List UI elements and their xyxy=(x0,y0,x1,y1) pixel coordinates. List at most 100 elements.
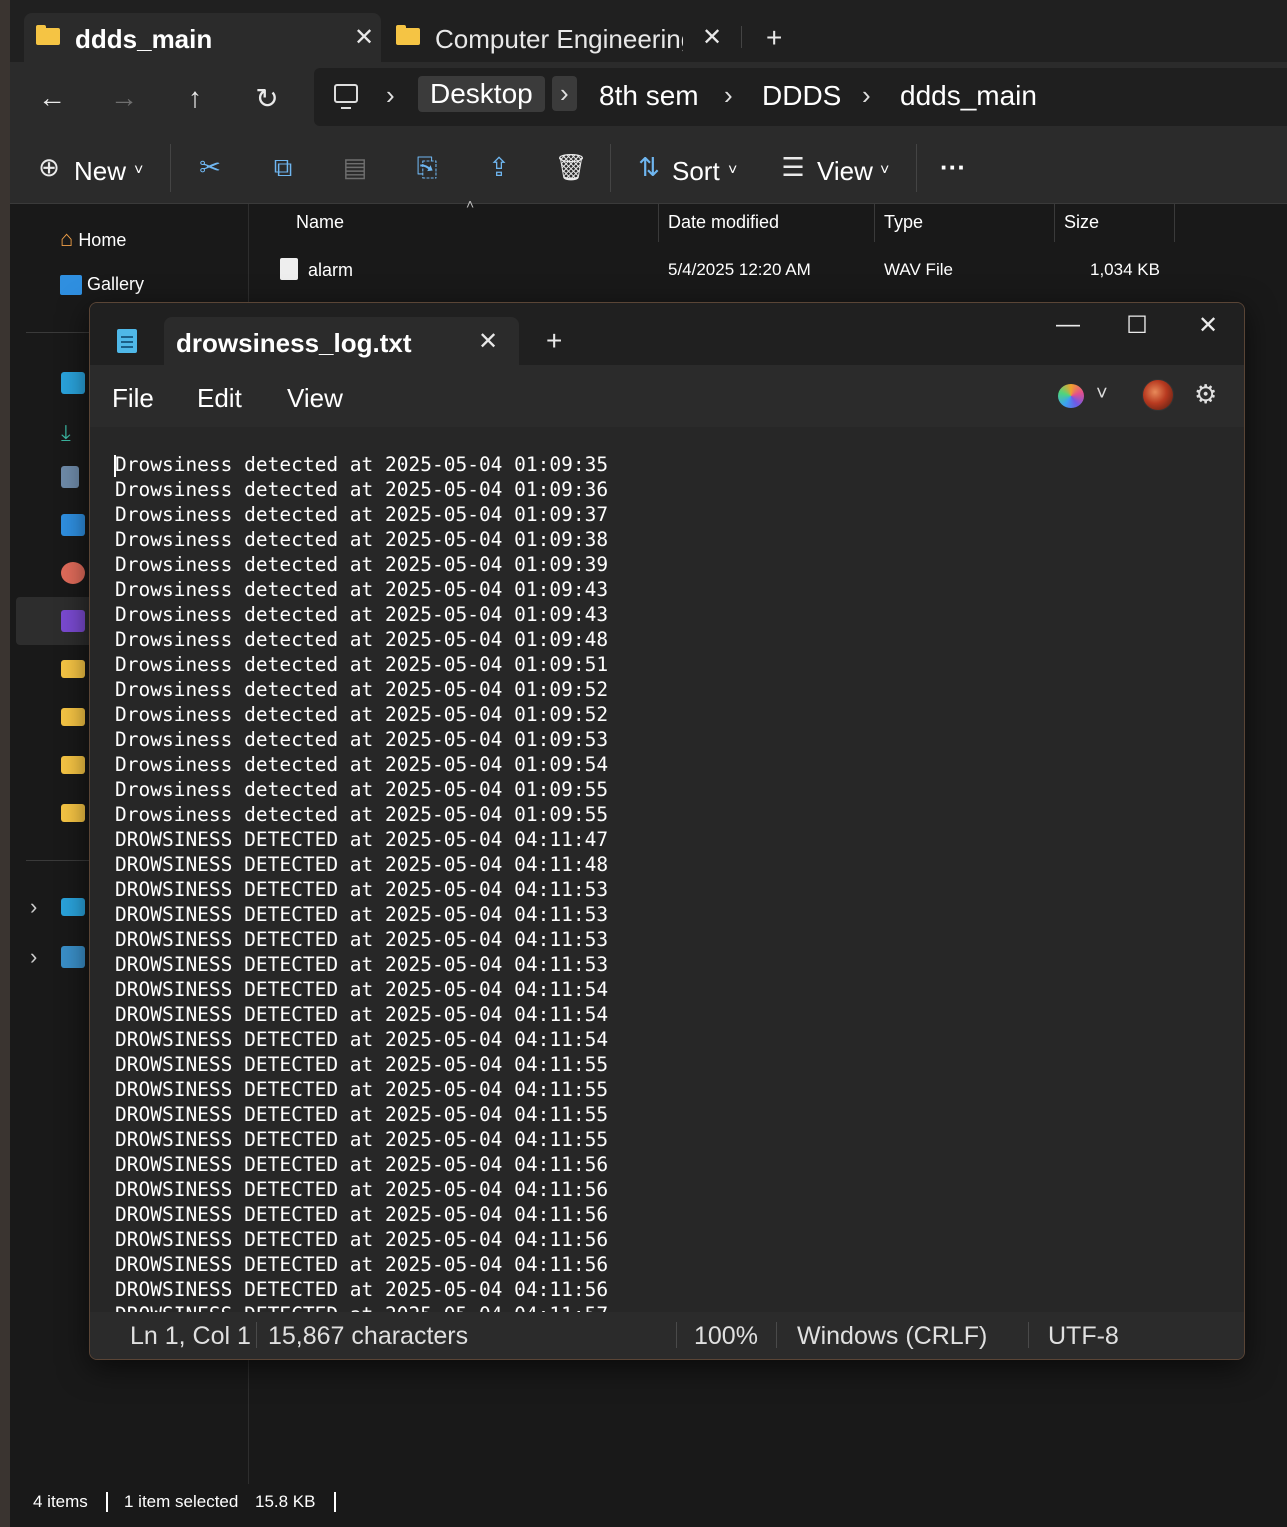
file-name: alarm xyxy=(308,260,354,280)
folder-icon[interactable] xyxy=(61,804,85,822)
music-icon[interactable] xyxy=(61,562,85,584)
close-tab-icon[interactable]: ✕ xyxy=(478,327,498,356)
downloads-icon[interactable]: ⤓ xyxy=(61,420,85,445)
close-window-icon[interactable]: ✕ xyxy=(1188,311,1228,340)
column-divider[interactable] xyxy=(1174,204,1175,242)
chevron-right-icon[interactable]: › xyxy=(724,80,733,111)
notepad-title-bar[interactable]: drowsiness_log.txt ✕ + — ☐ ✕ xyxy=(90,303,1244,365)
tab-divider xyxy=(741,26,742,48)
divider xyxy=(106,1492,108,1512)
text-line: DROWSINESS DETECTED at 2025-05-04 04:11:… xyxy=(115,828,609,851)
text-line: DROWSINESS DETECTED at 2025-05-04 04:11:… xyxy=(115,1003,609,1026)
breadcrumb-desktop[interactable]: Desktop xyxy=(418,76,545,112)
pictures-icon[interactable] xyxy=(61,514,85,536)
this-pc-icon[interactable] xyxy=(61,898,85,916)
text-line: Drowsiness detected at 2025-05-04 01:09:… xyxy=(115,678,609,701)
column-divider[interactable] xyxy=(658,204,659,242)
documents-icon[interactable] xyxy=(61,466,79,488)
chevron-down-icon[interactable]: ˅ xyxy=(1096,383,1108,406)
videos-icon[interactable] xyxy=(61,610,85,632)
breadcrumb-8th-sem[interactable]: 8th sem xyxy=(599,80,699,112)
folder-icon[interactable] xyxy=(61,660,85,678)
maximize-icon[interactable]: ☐ xyxy=(1117,311,1157,340)
text-line: DROWSINESS DETECTED at 2025-05-04 04:11:… xyxy=(115,878,609,901)
item-count: 4 items xyxy=(33,1492,88,1511)
desktop-icon[interactable] xyxy=(61,372,85,394)
delete-icon[interactable]: 🗑 xyxy=(554,152,588,183)
menu-file[interactable]: File xyxy=(112,383,154,414)
chevron-down-icon[interactable]: ˅ xyxy=(728,162,737,180)
copy-icon[interactable]: ⧉ xyxy=(266,152,300,184)
cut-icon[interactable]: ✂ xyxy=(193,152,227,183)
encoding[interactable]: UTF-8 xyxy=(1048,1322,1119,1351)
divider xyxy=(256,1322,257,1348)
sort-icon[interactable]: ⇅ xyxy=(632,152,666,183)
text-line: DROWSINESS DETECTED at 2025-05-04 04:11:… xyxy=(115,978,609,1001)
column-header-name[interactable]: Name xyxy=(296,212,344,233)
text-line: DROWSINESS DETECTED at 2025-05-04 04:11:… xyxy=(115,903,609,926)
column-header-date[interactable]: Date modified xyxy=(668,212,779,233)
sidebar-item-gallery[interactable]: Gallery xyxy=(60,274,144,296)
copilot-icon[interactable] xyxy=(1058,384,1084,408)
address-bar[interactable]: › Desktop › 8th sem › DDDS › ddds_main xyxy=(314,68,1287,126)
new-tab-button[interactable]: + xyxy=(766,22,782,54)
breadcrumb-ddds-main[interactable]: ddds_main xyxy=(900,80,1037,112)
text-line: DROWSINESS DETECTED at 2025-05-04 04:11:… xyxy=(115,1153,609,1176)
close-tab-icon[interactable]: ✕ xyxy=(702,23,722,52)
zoom-level[interactable]: 100% xyxy=(694,1322,758,1351)
column-header-type[interactable]: Type xyxy=(884,212,923,233)
plus-circle-icon[interactable]: ⊕ xyxy=(32,152,66,183)
text-line: DROWSINESS DETECTED at 2025-05-04 04:11:… xyxy=(115,953,609,976)
avatar[interactable] xyxy=(1142,379,1174,411)
line-ending[interactable]: Windows (CRLF) xyxy=(797,1322,987,1351)
text-line: DROWSINESS DETECTED at 2025-05-04 04:11:… xyxy=(115,1228,609,1251)
this-pc-icon[interactable] xyxy=(334,84,358,109)
text-line: Drowsiness detected at 2025-05-04 01:09:… xyxy=(115,478,609,501)
forward-arrow-icon[interactable]: → xyxy=(107,82,141,114)
text-line: Drowsiness detected at 2025-05-04 01:09:… xyxy=(115,703,609,726)
share-icon[interactable]: ⇪ xyxy=(482,152,516,183)
text-line: DROWSINESS DETECTED at 2025-05-04 04:11:… xyxy=(115,1128,609,1151)
text-line: DROWSINESS DETECTED at 2025-05-04 04:11:… xyxy=(115,1078,609,1101)
chevron-right-icon[interactable]: › xyxy=(386,80,395,111)
text-line: Drowsiness detected at 2025-05-04 01:09:… xyxy=(115,578,609,601)
text-editor[interactable]: Drowsiness detected at 2025-05-04 01:09:… xyxy=(90,427,1244,1312)
settings-gear-icon[interactable]: ⚙ xyxy=(1194,379,1217,410)
up-arrow-icon[interactable]: ↑ xyxy=(178,82,212,114)
back-arrow-icon[interactable]: ← xyxy=(35,82,69,114)
folder-icon[interactable] xyxy=(61,756,85,774)
minimize-icon[interactable]: — xyxy=(1048,311,1088,339)
expand-chevron-icon[interactable]: › xyxy=(30,894,37,920)
chevron-down-icon[interactable]: ˅ xyxy=(134,162,143,180)
new-tab-button[interactable]: + xyxy=(546,325,562,357)
new-button[interactable]: New xyxy=(74,156,126,187)
rename-icon[interactable]: ⎘ xyxy=(410,152,444,184)
column-divider[interactable] xyxy=(874,204,875,242)
tab-ddds-main[interactable]: ddds_main ✕ xyxy=(24,13,381,62)
notepad-window: drowsiness_log.txt ✕ + — ☐ ✕ File Edit V… xyxy=(89,302,1245,1360)
sidebar-item-home[interactable]: ⌂ Home xyxy=(60,226,126,252)
more-options-button[interactable]: ··· xyxy=(940,152,966,183)
menu-edit[interactable]: Edit xyxy=(197,383,242,414)
chevron-right-icon[interactable]: › xyxy=(552,76,577,111)
view-button[interactable]: View xyxy=(817,156,873,187)
column-header-size[interactable]: Size xyxy=(1064,212,1099,233)
notepad-status-bar: Ln 1, Col 1 15,867 characters 100% Windo… xyxy=(90,1312,1244,1359)
chevron-right-icon[interactable]: › xyxy=(862,80,871,111)
close-tab-icon[interactable]: ✕ xyxy=(354,23,374,52)
view-lines-icon[interactable]: ☰ xyxy=(776,152,810,183)
paste-icon[interactable]: ▤ xyxy=(338,152,372,183)
tab-computer-engineering[interactable]: Computer Engineering ✕ xyxy=(384,13,741,62)
folder-icon[interactable] xyxy=(61,708,85,726)
refresh-icon[interactable]: ↻ xyxy=(250,82,284,115)
editor-text: Drowsiness detected at 2025-05-04 01:09:… xyxy=(115,452,608,1312)
expand-chevron-icon[interactable]: › xyxy=(30,944,37,970)
network-icon[interactable] xyxy=(61,946,85,968)
column-divider[interactable] xyxy=(1054,204,1055,242)
tab-drowsiness-log[interactable]: drowsiness_log.txt ✕ xyxy=(164,317,519,365)
menu-view[interactable]: View xyxy=(287,383,343,414)
sort-button[interactable]: Sort xyxy=(672,156,720,187)
divider xyxy=(1028,1322,1029,1348)
breadcrumb-ddds[interactable]: DDDS xyxy=(762,80,841,112)
chevron-down-icon[interactable]: ˅ xyxy=(880,162,889,180)
